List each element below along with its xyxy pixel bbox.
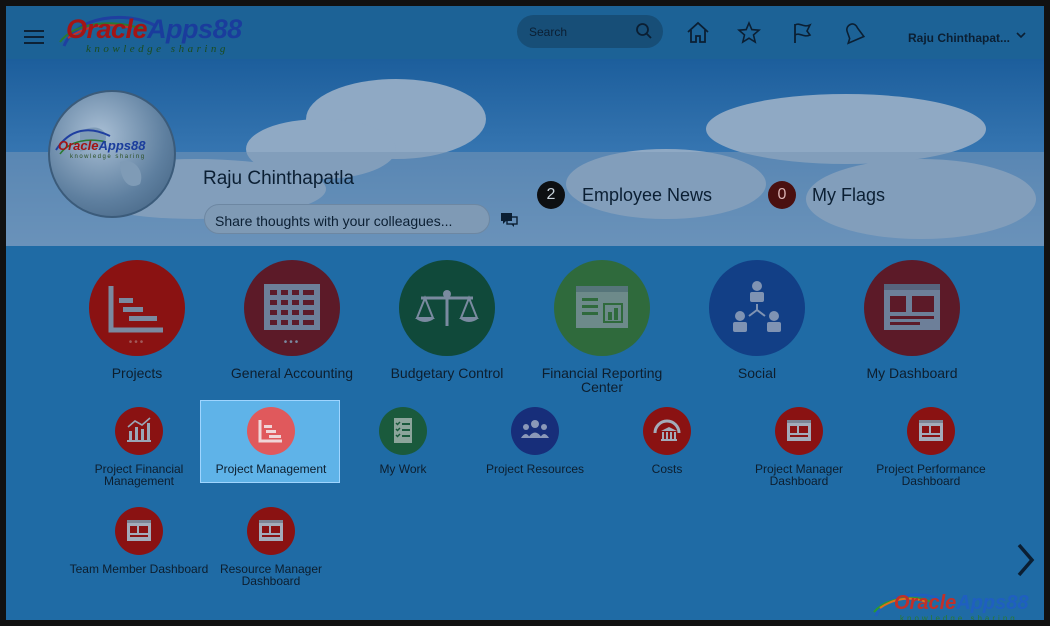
app-project-resources-circle	[511, 407, 559, 455]
app-general-accounting[interactable]: ••• General Accounting	[217, 260, 367, 380]
app-label: My Work	[379, 462, 427, 476]
app-more-dots: •••	[283, 337, 301, 348]
app-project-manager-dashboard[interactable]: Project Manager Dashboard	[724, 407, 874, 487]
app-label: General Accounting	[230, 365, 354, 381]
app-budgetary-control[interactable]: Budgetary Control	[372, 260, 522, 380]
search-icon[interactable]	[635, 22, 653, 40]
app-frame: OracleApps88 knowledge sharing Raju Chin…	[0, 0, 1050, 626]
user-full-name: Raju Chinthapatla	[203, 168, 355, 189]
app-budgetary-control-circle	[399, 260, 495, 356]
app-project-management[interactable]: Project Management	[196, 407, 346, 475]
home-icon[interactable]	[685, 20, 711, 46]
bank-building-icon	[653, 419, 681, 441]
app-financial-reporting-center-circle	[554, 260, 650, 356]
app-label: Costs	[651, 462, 683, 476]
logo-tagline: knowledge sharing	[86, 43, 229, 55]
chevron-right-icon[interactable]	[1013, 542, 1037, 578]
app-label: Financial Reporting Center	[541, 365, 663, 395]
app-project-financial-management[interactable]: Project Financial Management	[64, 407, 214, 487]
app-label: Budgetary Control	[390, 365, 504, 381]
app-resource-manager-dashboard-circle	[247, 507, 295, 555]
share-thoughts-input[interactable]	[213, 211, 477, 231]
app-label: Project Financial Management	[94, 462, 184, 488]
conversation-icon[interactable]	[500, 212, 518, 228]
app-label: Resource Manager Dashboard	[219, 562, 323, 588]
hamburger-menu-icon[interactable]	[24, 30, 44, 44]
app-team-member-dashboard[interactable]: Team Member Dashboard	[64, 507, 214, 575]
app-resource-manager-dashboard[interactable]: Resource Manager Dashboard	[196, 507, 346, 587]
employee-news-count-badge[interactable]: 2	[537, 181, 565, 209]
app-my-dashboard-circle	[864, 260, 960, 356]
app-projects-circle: •••	[89, 260, 185, 356]
app-project-management-circle	[247, 407, 295, 455]
favorites-star-icon[interactable]	[736, 20, 762, 46]
team-people-icon	[521, 420, 549, 438]
app-social[interactable]: Social	[682, 260, 832, 380]
bar-chart-growth-icon	[127, 417, 151, 442]
share-thoughts-box	[204, 204, 490, 234]
app-my-dashboard[interactable]: My Dashboard	[837, 260, 987, 380]
logo-wordmark: OracleApps88	[66, 14, 242, 44]
dashboard-icon	[884, 284, 940, 330]
user-menu-name[interactable]: Raju Chinthapat...	[908, 31, 1010, 45]
avatar-logo-tagline: knowledge sharing	[70, 154, 146, 160]
watermark-wordmark: OracleApps88	[894, 592, 1029, 614]
oracleapps88-logo[interactable]: OracleApps88 knowledge sharing	[56, 12, 256, 60]
flag-icon[interactable]	[789, 20, 815, 46]
search-box	[517, 15, 663, 48]
chevron-down-icon[interactable]	[1015, 29, 1027, 41]
app-project-financial-management-circle	[115, 407, 163, 455]
dashboard-icon	[127, 520, 151, 541]
gantt-chart-icon	[258, 420, 282, 443]
app-financial-reporting-center[interactable]: Financial Reporting Center	[527, 260, 677, 394]
app-costs[interactable]: Costs	[592, 407, 742, 475]
app-label: Social	[737, 365, 777, 381]
dashboard-icon	[919, 420, 943, 441]
watermark-tagline: knowledge sharing	[900, 614, 1018, 623]
app-project-performance-dashboard[interactable]: Project Performance Dashboard	[856, 407, 1006, 487]
app-more-dots: •••	[128, 337, 146, 348]
avatar-logo-wordmark: OracleApps88	[58, 138, 146, 153]
people-network-icon	[733, 281, 781, 332]
global-header: OracleApps88 knowledge sharing Raju Chin…	[6, 6, 1044, 64]
user-avatar[interactable]: OracleApps88 knowledge sharing	[48, 90, 176, 218]
app-social-circle	[709, 260, 805, 356]
app-projects[interactable]: ••• Projects	[62, 260, 212, 380]
app-my-work[interactable]: My Work	[328, 407, 478, 475]
search-input[interactable]	[527, 22, 631, 42]
my-flags-count-badge[interactable]: 0	[768, 181, 796, 209]
app-team-member-dashboard-circle	[115, 507, 163, 555]
dashboard-icon	[787, 420, 811, 441]
app-label: Project Management	[215, 462, 327, 476]
app-label: Team Member Dashboard	[69, 562, 209, 576]
app-project-performance-dashboard-circle	[907, 407, 955, 455]
balance-scale-icon	[415, 290, 479, 326]
app-project-resources[interactable]: Project Resources	[460, 407, 610, 475]
app-label: Projects	[111, 365, 163, 381]
app-costs-circle	[643, 407, 691, 455]
report-document-icon	[576, 286, 628, 328]
dashboard-icon	[259, 520, 283, 541]
app-label: Project Performance Dashboard	[876, 462, 986, 488]
employee-news-link[interactable]: Employee News	[582, 185, 712, 206]
app-label: Project Manager Dashboard	[754, 462, 844, 488]
my-flags-link[interactable]: My Flags	[812, 185, 885, 206]
app-label: Project Resources	[485, 462, 585, 476]
app-project-manager-dashboard-circle	[775, 407, 823, 455]
app-label: My Dashboard	[866, 365, 958, 381]
app-general-accounting-circle: •••	[244, 260, 340, 356]
checklist-icon	[394, 418, 412, 443]
notifications-bell-icon[interactable]	[840, 20, 866, 46]
watermark-logo: OracleApps88 knowledge sharing	[872, 586, 1044, 623]
app-my-work-circle	[379, 407, 427, 455]
